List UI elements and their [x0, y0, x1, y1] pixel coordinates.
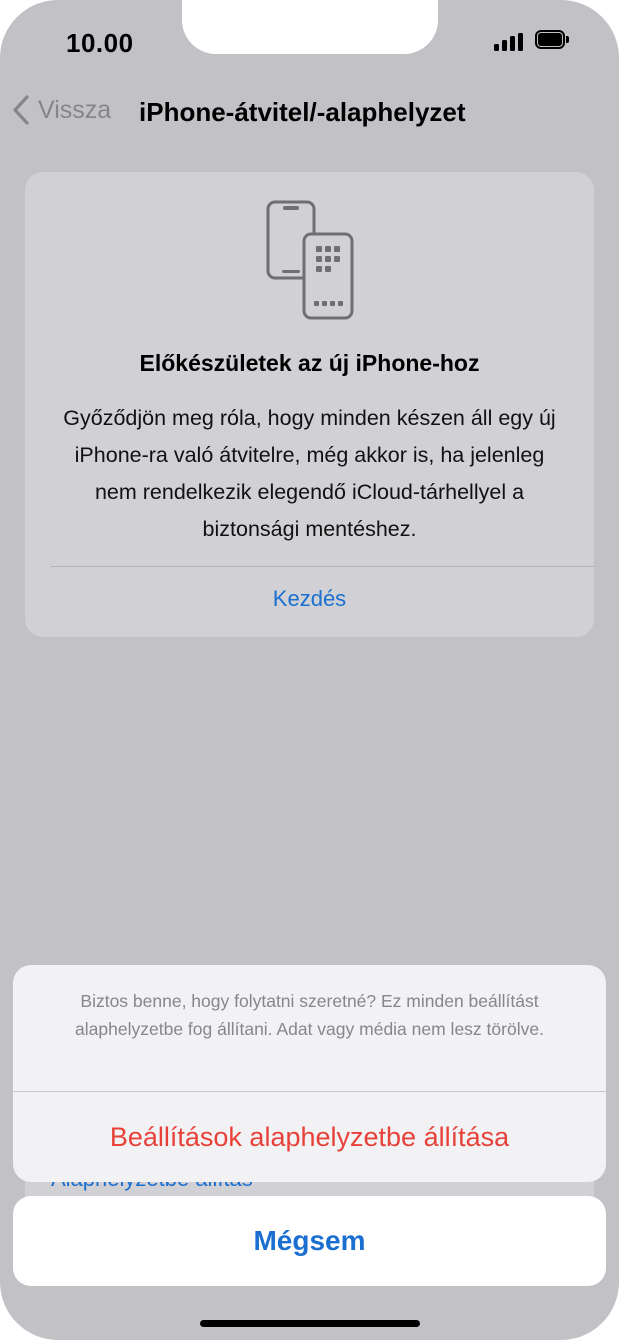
divider [51, 566, 594, 567]
navigation-bar: Vissza iPhone-átvitel/-alaphelyzet [0, 86, 619, 134]
action-sheet-message: Biztos benne, hogy folytatni szeretné? E… [75, 991, 544, 1039]
notch [182, 0, 438, 54]
cellular-signal-icon [494, 33, 524, 51]
get-started-button[interactable]: Kezdés [25, 586, 594, 612]
cancel-button[interactable]: Mégsem [13, 1196, 606, 1286]
chevron-left-icon [13, 95, 29, 125]
card-description: Győződjön meg róla, hogy minden készen á… [63, 406, 556, 541]
battery-icon [535, 30, 569, 49]
reset-settings-button[interactable]: Beállítások alaphelyzetbe állítása [13, 1092, 606, 1182]
card-title: Előkészületek az új iPhone-hoz [139, 350, 480, 376]
status-time: 10.00 [66, 28, 134, 58]
phone-screen: 10.00 Vissza iPhone-átvitel/-alaphelyzet [0, 0, 619, 1340]
action-sheet: Biztos benne, hogy folytatni szeretné? E… [13, 965, 606, 1182]
back-button[interactable]: Vissza [12, 92, 111, 128]
prepare-new-iphone-card: Előkészületek az új iPhone-hoz Győződjön… [25, 172, 594, 637]
iphone-transfer-icon [266, 200, 354, 320]
back-label: Vissza [38, 95, 112, 124]
page-title: iPhone-átvitel/-alaphelyzet [139, 97, 466, 127]
home-indicator[interactable] [200, 1320, 420, 1327]
